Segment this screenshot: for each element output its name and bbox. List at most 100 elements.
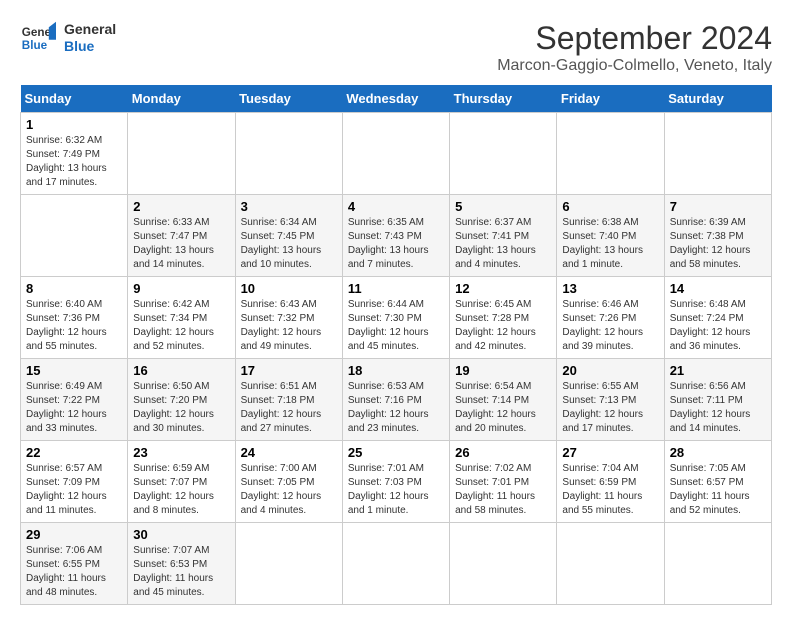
calendar-day-16: 16 Sunrise: 6:50 AM Sunset: 7:20 PM Dayl… — [128, 359, 235, 441]
day-number: 5 — [455, 199, 551, 214]
day-number: 13 — [562, 281, 658, 296]
day-number: 3 — [241, 199, 337, 214]
day-number: 18 — [348, 363, 444, 378]
day-info: Sunrise: 7:05 AM Sunset: 6:57 PM Dayligh… — [670, 462, 766, 518]
day-info: Sunrise: 6:33 AM Sunset: 7:47 PM Dayligh… — [133, 216, 229, 272]
calendar-empty-cell — [235, 113, 342, 195]
day-info: Sunrise: 6:39 AM Sunset: 7:38 PM Dayligh… — [670, 216, 766, 272]
calendar-week-6: 29 Sunrise: 7:06 AM Sunset: 6:55 PM Dayl… — [21, 523, 772, 605]
calendar-day-3: 3 Sunrise: 6:34 AM Sunset: 7:45 PM Dayli… — [235, 195, 342, 277]
day-number: 30 — [133, 527, 229, 542]
calendar-day-14: 14 Sunrise: 6:48 AM Sunset: 7:24 PM Dayl… — [664, 277, 771, 359]
day-info: Sunrise: 7:07 AM Sunset: 6:53 PM Dayligh… — [133, 544, 229, 600]
calendar-empty-cell — [128, 113, 235, 195]
title-area: September 2024 Marcon-Gaggio-Colmello, V… — [497, 20, 772, 75]
day-number: 19 — [455, 363, 551, 378]
calendar-empty-cell — [664, 523, 771, 605]
calendar-day-30: 30 Sunrise: 7:07 AM Sunset: 6:53 PM Dayl… — [128, 523, 235, 605]
calendar-day-29: 29 Sunrise: 7:06 AM Sunset: 6:55 PM Dayl… — [21, 523, 128, 605]
calendar-header-row: SundayMondayTuesdayWednesdayThursdayFrid… — [21, 85, 772, 113]
calendar-day-7: 7 Sunrise: 6:39 AM Sunset: 7:38 PM Dayli… — [664, 195, 771, 277]
day-info: Sunrise: 6:50 AM Sunset: 7:20 PM Dayligh… — [133, 380, 229, 436]
day-number: 16 — [133, 363, 229, 378]
day-info: Sunrise: 7:01 AM Sunset: 7:03 PM Dayligh… — [348, 462, 444, 518]
day-number: 7 — [670, 199, 766, 214]
calendar-day-10: 10 Sunrise: 6:43 AM Sunset: 7:32 PM Dayl… — [235, 277, 342, 359]
location-title: Marcon-Gaggio-Colmello, Veneto, Italy — [497, 57, 772, 75]
day-number: 24 — [241, 445, 337, 460]
day-number: 4 — [348, 199, 444, 214]
day-info: Sunrise: 6:38 AM Sunset: 7:40 PM Dayligh… — [562, 216, 658, 272]
calendar-day-11: 11 Sunrise: 6:44 AM Sunset: 7:30 PM Dayl… — [342, 277, 449, 359]
calendar-empty-cell — [557, 113, 664, 195]
calendar-day-19: 19 Sunrise: 6:54 AM Sunset: 7:14 PM Dayl… — [450, 359, 557, 441]
calendar-week-4: 15 Sunrise: 6:49 AM Sunset: 7:22 PM Dayl… — [21, 359, 772, 441]
day-info: Sunrise: 7:00 AM Sunset: 7:05 PM Dayligh… — [241, 462, 337, 518]
day-info: Sunrise: 6:44 AM Sunset: 7:30 PM Dayligh… — [348, 298, 444, 354]
calendar-empty-cell — [342, 523, 449, 605]
day-info: Sunrise: 6:53 AM Sunset: 7:16 PM Dayligh… — [348, 380, 444, 436]
day-info: Sunrise: 6:40 AM Sunset: 7:36 PM Dayligh… — [26, 298, 122, 354]
day-info: Sunrise: 6:32 AM Sunset: 7:49 PM Dayligh… — [26, 134, 122, 190]
calendar-day-18: 18 Sunrise: 6:53 AM Sunset: 7:16 PM Dayl… — [342, 359, 449, 441]
day-info: Sunrise: 6:54 AM Sunset: 7:14 PM Dayligh… — [455, 380, 551, 436]
day-info: Sunrise: 6:48 AM Sunset: 7:24 PM Dayligh… — [670, 298, 766, 354]
calendar-week-3: 8 Sunrise: 6:40 AM Sunset: 7:36 PM Dayli… — [21, 277, 772, 359]
day-info: Sunrise: 6:55 AM Sunset: 7:13 PM Dayligh… — [562, 380, 658, 436]
day-number: 20 — [562, 363, 658, 378]
calendar-day-20: 20 Sunrise: 6:55 AM Sunset: 7:13 PM Dayl… — [557, 359, 664, 441]
month-title: September 2024 — [497, 20, 772, 57]
calendar-week-2: 2 Sunrise: 6:33 AM Sunset: 7:47 PM Dayli… — [21, 195, 772, 277]
calendar-empty-cell — [21, 195, 128, 277]
column-header-saturday: Saturday — [664, 85, 771, 113]
column-header-friday: Friday — [557, 85, 664, 113]
calendar-day-28: 28 Sunrise: 7:05 AM Sunset: 6:57 PM Dayl… — [664, 441, 771, 523]
day-number: 1 — [26, 117, 122, 132]
calendar-day-25: 25 Sunrise: 7:01 AM Sunset: 7:03 PM Dayl… — [342, 441, 449, 523]
day-number: 2 — [133, 199, 229, 214]
column-header-monday: Monday — [128, 85, 235, 113]
logo-general: General — [64, 21, 116, 38]
calendar-day-15: 15 Sunrise: 6:49 AM Sunset: 7:22 PM Dayl… — [21, 359, 128, 441]
day-info: Sunrise: 7:02 AM Sunset: 7:01 PM Dayligh… — [455, 462, 551, 518]
day-number: 10 — [241, 281, 337, 296]
day-number: 28 — [670, 445, 766, 460]
day-info: Sunrise: 6:56 AM Sunset: 7:11 PM Dayligh… — [670, 380, 766, 436]
calendar-table: SundayMondayTuesdayWednesdayThursdayFrid… — [20, 85, 772, 605]
day-number: 14 — [670, 281, 766, 296]
calendar-week-1: 1 Sunrise: 6:32 AM Sunset: 7:49 PM Dayli… — [21, 113, 772, 195]
calendar-empty-cell — [664, 113, 771, 195]
column-header-thursday: Thursday — [450, 85, 557, 113]
day-info: Sunrise: 7:06 AM Sunset: 6:55 PM Dayligh… — [26, 544, 122, 600]
calendar-day-21: 21 Sunrise: 6:56 AM Sunset: 7:11 PM Dayl… — [664, 359, 771, 441]
calendar-day-22: 22 Sunrise: 6:57 AM Sunset: 7:09 PM Dayl… — [21, 441, 128, 523]
day-number: 12 — [455, 281, 551, 296]
calendar-day-17: 17 Sunrise: 6:51 AM Sunset: 7:18 PM Dayl… — [235, 359, 342, 441]
svg-text:Blue: Blue — [22, 39, 48, 52]
day-number: 17 — [241, 363, 337, 378]
calendar-body: 1 Sunrise: 6:32 AM Sunset: 7:49 PM Dayli… — [21, 113, 772, 605]
day-info: Sunrise: 6:49 AM Sunset: 7:22 PM Dayligh… — [26, 380, 122, 436]
day-info: Sunrise: 6:35 AM Sunset: 7:43 PM Dayligh… — [348, 216, 444, 272]
calendar-day-24: 24 Sunrise: 7:00 AM Sunset: 7:05 PM Dayl… — [235, 441, 342, 523]
day-number: 21 — [670, 363, 766, 378]
day-number: 29 — [26, 527, 122, 542]
day-number: 26 — [455, 445, 551, 460]
day-number: 22 — [26, 445, 122, 460]
calendar-day-6: 6 Sunrise: 6:38 AM Sunset: 7:40 PM Dayli… — [557, 195, 664, 277]
calendar-day-9: 9 Sunrise: 6:42 AM Sunset: 7:34 PM Dayli… — [128, 277, 235, 359]
day-number: 11 — [348, 281, 444, 296]
day-number: 23 — [133, 445, 229, 460]
day-number: 6 — [562, 199, 658, 214]
calendar-day-13: 13 Sunrise: 6:46 AM Sunset: 7:26 PM Dayl… — [557, 277, 664, 359]
day-number: 9 — [133, 281, 229, 296]
day-number: 15 — [26, 363, 122, 378]
column-header-sunday: Sunday — [21, 85, 128, 113]
day-info: Sunrise: 6:43 AM Sunset: 7:32 PM Dayligh… — [241, 298, 337, 354]
calendar-day-5: 5 Sunrise: 6:37 AM Sunset: 7:41 PM Dayli… — [450, 195, 557, 277]
day-info: Sunrise: 6:42 AM Sunset: 7:34 PM Dayligh… — [133, 298, 229, 354]
calendar-day-4: 4 Sunrise: 6:35 AM Sunset: 7:43 PM Dayli… — [342, 195, 449, 277]
calendar-empty-cell — [235, 523, 342, 605]
logo: General Blue General Blue — [20, 20, 116, 56]
calendar-week-5: 22 Sunrise: 6:57 AM Sunset: 7:09 PM Dayl… — [21, 441, 772, 523]
